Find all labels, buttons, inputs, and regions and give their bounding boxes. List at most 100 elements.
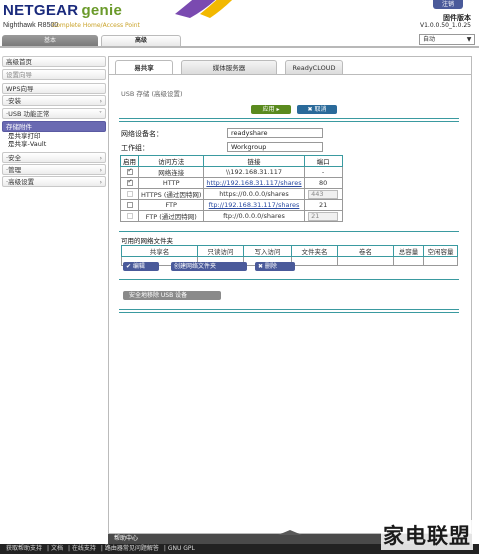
- sidebar-subitem-vault[interactable]: 是共享-Vault: [8, 140, 46, 148]
- main-panel: 易共享 媒体服务器 ReadyCLOUD USB 存储 (高级设置) 应用 ▸ …: [108, 56, 472, 534]
- sidebar-item-advanced-setup[interactable]: ·高级设置 ›: [2, 176, 106, 187]
- access-link: ftp://0.0.0.0/shares: [203, 210, 305, 222]
- access-method: HTTP: [137, 177, 205, 189]
- brand-netgear: NETGEAR: [3, 2, 79, 19]
- access-method: FTP (通过因特网): [137, 210, 205, 222]
- footer-link[interactable]: 路由器常见问题解答: [105, 545, 159, 552]
- table-row: FTP (通过因特网) ftp://0.0.0.0/shares 21: [120, 210, 343, 222]
- sidebar-subitem-printer[interactable]: 是共享打印: [8, 132, 41, 140]
- column-header: 空闲容量: [423, 245, 458, 257]
- port-field[interactable]: 443: [303, 188, 343, 200]
- section-divider: [119, 231, 459, 232]
- tab-readycloud[interactable]: ReadyCLOUD: [285, 60, 343, 74]
- chevron-right-icon: ›: [99, 155, 102, 162]
- delete-button[interactable]: ✖ 删除: [255, 262, 295, 271]
- section-divider: [119, 121, 459, 122]
- table-row: FTP ftp://192.168.31.117/shares 21: [120, 199, 343, 211]
- section-divider: [119, 279, 459, 280]
- access-link[interactable]: ftp://192.168.31.117/shares: [203, 199, 305, 211]
- header-divider: [0, 46, 479, 48]
- footer-link[interactable]: 获取帮助支持: [6, 545, 42, 552]
- table-header-row: 启用 访问方法 链接 端口: [120, 155, 343, 167]
- header: NETGEAR genie Nighthawk R8500 Complete Ho…: [0, 0, 479, 36]
- sidebar-item-label: 设置向导: [6, 71, 32, 79]
- column-header: 文件夹名: [291, 245, 338, 257]
- tab-basic[interactable]: 基本: [2, 35, 98, 46]
- workgroup-label: 工作组：: [121, 144, 149, 152]
- language-selected: 自动: [423, 36, 436, 43]
- shared-folders-title: 可用的网络文件夹: [121, 237, 173, 245]
- help-center-label: 帮助中心: [114, 535, 139, 542]
- chevron-right-icon: ›: [99, 98, 102, 105]
- tab-advanced[interactable]: 高级: [101, 35, 181, 46]
- netgear-genie-logo[interactable]: NETGEAR genie: [3, 2, 122, 19]
- access-method-table: 启用 访问方法 链接 端口 网络连接 \\192.168.31.117 - HT…: [120, 155, 343, 222]
- table-row: HTTP http://192.168.31.117/shares 80: [120, 177, 343, 189]
- sidebar: 高级首页 设置向导 WPS向导 ·安装 › ·USB 功能正常 ˅ 存储附件 是共享…: [2, 56, 106, 550]
- enable-checkbox[interactable]: [120, 177, 139, 189]
- sidebar-item-label: 高级首页: [6, 58, 32, 66]
- section-divider: [119, 309, 459, 310]
- device-name-field[interactable]: readyshare: [227, 128, 323, 138]
- tab-divider: [109, 74, 471, 75]
- sidebar-item-label: ·高级设置: [6, 178, 35, 186]
- sidebar-item-label: ·安全: [6, 154, 22, 162]
- enable-checkbox[interactable]: [120, 188, 139, 200]
- logout-button[interactable]: 注销: [433, 0, 463, 9]
- create-folder-button[interactable]: 创建网络文件夹: [171, 262, 247, 271]
- edit-button[interactable]: ✔ 编辑: [123, 262, 159, 271]
- apply-button[interactable]: 应用 ▸: [251, 105, 291, 114]
- column-header: 共享名: [121, 245, 198, 257]
- sidebar-item-label: ·安装: [6, 97, 22, 105]
- chevron-down-icon: ▼: [466, 36, 472, 43]
- sidebar-item-label: ·USB 功能正常: [6, 110, 50, 118]
- access-method: HTTPS (通过因特网): [137, 188, 205, 200]
- enable-checkbox[interactable]: [120, 166, 139, 178]
- port-value: 80: [303, 177, 343, 189]
- usb-storage-title: USB 存储 (高级设置): [121, 90, 183, 98]
- cancel-button[interactable]: ✖ 取消: [297, 105, 337, 114]
- workgroup-field[interactable]: Workgroup: [227, 142, 323, 152]
- tab-readyshare[interactable]: 易共享: [115, 60, 173, 74]
- column-header: 启用: [120, 155, 139, 167]
- safe-remove-usb-button[interactable]: 安全地移除 USB 设备: [123, 291, 221, 300]
- logo-swoosh-icon: [175, 0, 233, 18]
- expand-arrow-icon[interactable]: [278, 530, 302, 535]
- router-model: Nighthawk R8500: [3, 22, 59, 29]
- access-link: \\192.168.31.117: [203, 166, 305, 178]
- access-link: https://0.0.0.0/shares: [203, 188, 305, 200]
- tab-media-server[interactable]: 媒体服务器: [181, 60, 277, 74]
- sidebar-item-setup[interactable]: ·安装 ›: [2, 95, 106, 106]
- chevron-right-icon: ›: [99, 167, 102, 174]
- column-header: 总容量: [393, 245, 424, 257]
- column-header: 端口: [303, 155, 343, 167]
- column-header: 链接: [203, 155, 305, 167]
- footer-link[interactable]: GNU GPL: [168, 545, 195, 552]
- enable-checkbox[interactable]: [120, 210, 139, 222]
- section-divider: [119, 118, 459, 119]
- footer-link[interactable]: 文档: [51, 545, 63, 552]
- sidebar-item-wps-wizard[interactable]: WPS向导: [2, 83, 106, 94]
- sidebar-item-usb[interactable]: ·USB 功能正常 ˅: [2, 108, 106, 119]
- main-tabs: 基本 高级 自动 ▼: [0, 34, 479, 46]
- column-header: 卷名: [337, 245, 394, 257]
- section-divider: [119, 312, 459, 313]
- access-method: FTP: [137, 199, 205, 211]
- sidebar-item-storage[interactable]: 存储附件: [2, 121, 106, 132]
- port-value: -: [303, 166, 343, 178]
- access-link[interactable]: http://192.168.31.117/shares: [203, 177, 305, 189]
- footer-link[interactable]: 在线支持: [72, 545, 96, 552]
- enable-checkbox[interactable]: [120, 199, 139, 211]
- sidebar-item-admin[interactable]: ·管理 ›: [2, 164, 106, 175]
- sidebar-item-label: ·管理: [6, 166, 22, 174]
- language-select[interactable]: 自动 ▼: [419, 34, 475, 45]
- port-field[interactable]: 21: [303, 210, 343, 222]
- sidebar-item-security[interactable]: ·安全 ›: [2, 152, 106, 163]
- firmware-version: V1.0.0.50_1.0.25: [420, 22, 471, 29]
- port-value: 21: [303, 199, 343, 211]
- sidebar-item-setup-wizard[interactable]: 设置向导: [2, 69, 106, 80]
- column-header: 只读访问: [197, 245, 244, 257]
- brand-genie: genie: [81, 2, 123, 19]
- sidebar-item-advanced-home[interactable]: 高级首页: [2, 56, 106, 67]
- sidebar-item-label: WPS向导: [6, 85, 34, 93]
